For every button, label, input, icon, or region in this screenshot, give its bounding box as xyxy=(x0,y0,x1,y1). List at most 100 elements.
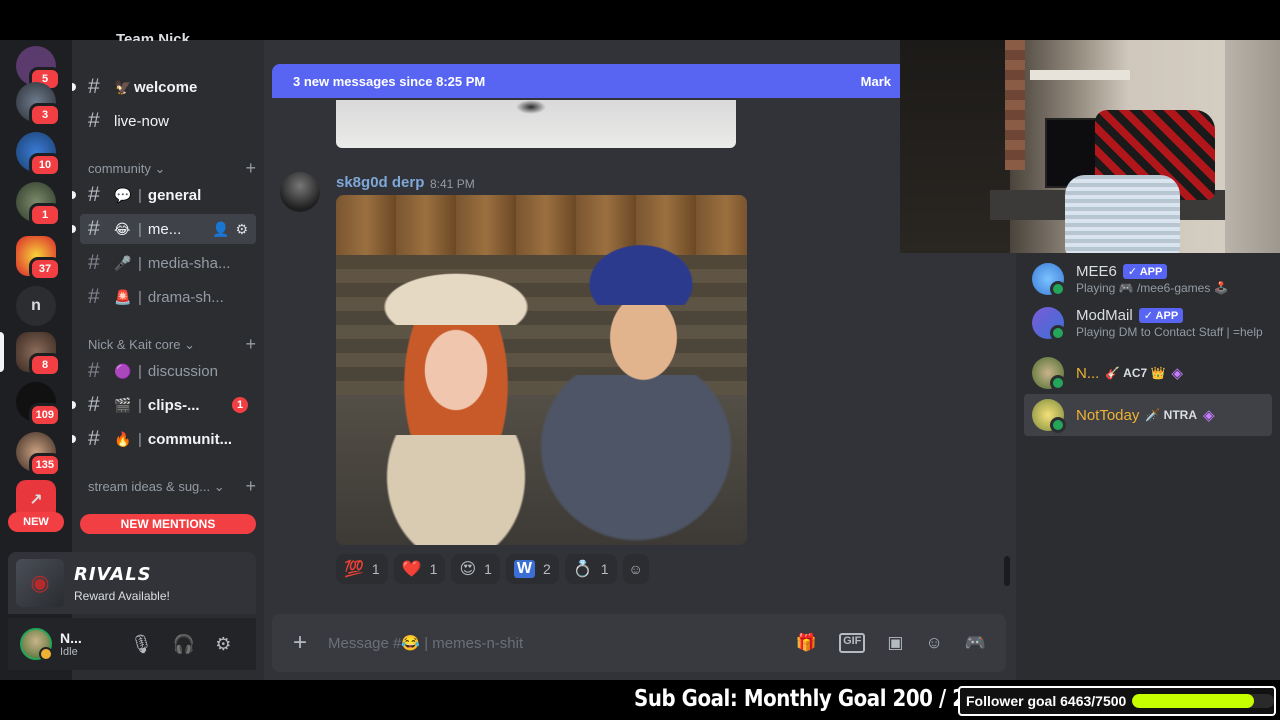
server-icon[interactable]: 10 xyxy=(16,132,61,177)
server-icon[interactable]: 37 xyxy=(16,236,61,281)
reactions-bar: 💯 1 ❤️ 1 😍 1 W2 💍 1 ☺ xyxy=(336,554,649,584)
new-mentions-button[interactable]: NEW MENTIONS xyxy=(80,514,256,534)
author-avatar[interactable] xyxy=(280,172,320,212)
reaction-emoji: W xyxy=(513,560,536,578)
member-nottoday[interactable]: NotToday 🗡️ NTRA ◈ xyxy=(1024,394,1272,436)
server-icon[interactable]: 135 xyxy=(16,432,61,477)
reaction-emoji: 💯 xyxy=(344,561,364,578)
channel-emoji: 🟣 xyxy=(114,362,132,379)
avatar[interactable] xyxy=(20,628,53,661)
gift-icon[interactable]: 🎁 xyxy=(796,633,817,653)
avatar xyxy=(1032,357,1066,391)
member-mee6[interactable]: MEE6 ✓ APP Playing 🎮 /mee6-games 🕹️ xyxy=(1024,258,1272,300)
reaction[interactable]: 💍 1 xyxy=(564,554,617,584)
sticker-icon[interactable]: ▣ xyxy=(887,633,903,653)
avatar xyxy=(1032,399,1066,433)
hash-icon: # xyxy=(88,217,100,240)
server-name-fragment: Team Nick xyxy=(116,31,190,41)
member-name: ModMail xyxy=(1076,307,1133,324)
invite-icon[interactable]: 👤 xyxy=(212,221,229,238)
new-messages-banner[interactable]: 3 new messages since 8:25 PM Mark xyxy=(272,64,912,98)
channel-live-now[interactable]: # live-now xyxy=(80,106,256,136)
add-channel-icon[interactable]: + xyxy=(245,334,256,355)
category-name: community ⌄ xyxy=(88,160,166,176)
message-input[interactable] xyxy=(328,634,796,652)
reaction-count: 1 xyxy=(484,561,492,577)
category-community[interactable]: community ⌄ + xyxy=(88,158,256,179)
channel-general[interactable]: # 💬 | general xyxy=(72,180,256,210)
unread-indicator xyxy=(72,401,76,409)
add-channel-icon[interactable]: + xyxy=(245,158,256,179)
hash-icon: # xyxy=(88,183,100,206)
reaction[interactable]: W2 xyxy=(505,554,559,584)
channel-discussion[interactable]: # 🟣 | discussion xyxy=(80,356,256,386)
category-stream-ideas[interactable]: stream ideas & sug... ⌄ + xyxy=(88,476,256,497)
headphones-icon[interactable]: 🎧 xyxy=(173,634,195,655)
gif-icon[interactable]: GIF xyxy=(839,633,866,653)
follower-progress-fill xyxy=(1132,694,1255,708)
nitro-badge-icon: ◈ xyxy=(1202,407,1215,424)
unread-indicator xyxy=(72,191,76,199)
server-icon[interactable]: 5 xyxy=(16,46,61,91)
channel-drama[interactable]: # 🚨 | drama-sh... xyxy=(80,282,256,312)
separator: | xyxy=(138,220,142,238)
server-icon[interactable]: n xyxy=(16,286,56,326)
member-name: MEE6 xyxy=(1076,263,1117,280)
gear-icon[interactable]: ⚙ xyxy=(215,634,231,655)
separator: | xyxy=(138,430,142,448)
selected-server-pill xyxy=(0,332,4,372)
channel-media-share[interactable]: # 🎤 | media-sha... xyxy=(80,248,256,278)
rivals-logo-icon: ◉ xyxy=(16,559,64,607)
member-modmail[interactable]: ModMail ✓ APP Playing DM to Contact Staff… xyxy=(1024,302,1272,344)
server-icon[interactable]: 3 xyxy=(16,82,61,127)
gear-icon[interactable]: ⚙ xyxy=(235,221,248,238)
gamepad-icon[interactable]: 🎮 xyxy=(965,633,986,653)
member-n[interactable]: N... 🎸 AC7 👑 ◈ xyxy=(1024,352,1272,394)
reaction[interactable]: 💯 1 xyxy=(336,554,388,584)
member-name-row: NotToday 🗡️ NTRA ◈ xyxy=(1076,406,1215,425)
message-composer: + 🎁 GIF ▣ ☺ 🎮 xyxy=(272,614,1006,672)
mention-badge: 3 xyxy=(29,103,61,127)
follower-goal-widget: Follower goal 6463/7500 xyxy=(958,686,1276,716)
category-core[interactable]: Nick & Kait core ⌄ + xyxy=(88,334,256,355)
previous-image[interactable] xyxy=(336,100,736,148)
rivals-promo[interactable]: ◉ RIVALS Reward Available! xyxy=(8,552,256,614)
add-reaction-button[interactable]: ☺ xyxy=(622,554,649,584)
message-author[interactable]: sk8g0d derp xyxy=(336,174,424,191)
server-letter: n xyxy=(31,297,41,314)
member-name-row: N... 🎸 AC7 👑 ◈ xyxy=(1076,364,1184,383)
reaction-count: 1 xyxy=(600,561,609,577)
reaction-count: 2 xyxy=(543,561,551,577)
mark-as-read-button[interactable]: Mark xyxy=(861,74,891,89)
mention-badge: 109 xyxy=(28,403,61,427)
nitro-badge-icon: ◈ xyxy=(1171,365,1184,382)
emoji-icon[interactable]: ☺ xyxy=(925,633,942,653)
mention-badge: 10 xyxy=(29,153,61,177)
new-pill[interactable]: NEW xyxy=(8,512,64,532)
channel-welcome[interactable]: # 🦅 welcome xyxy=(72,72,256,102)
attach-plus-icon[interactable]: + xyxy=(272,629,328,657)
hash-icon: # xyxy=(88,109,100,132)
follower-goal-text: Follower goal 6463/7500 xyxy=(966,693,1127,709)
promo-logo: RIVALS xyxy=(74,563,152,585)
hash-icon: # xyxy=(88,393,100,416)
mention-badge: 1 xyxy=(232,397,248,413)
add-channel-icon[interactable]: + xyxy=(245,476,256,497)
message-photo[interactable] xyxy=(336,195,747,545)
reaction[interactable]: 😍 1 xyxy=(451,554,500,584)
reaction[interactable]: ❤️ 1 xyxy=(393,554,446,584)
channel-community[interactable]: # 🔥 | communit... xyxy=(72,424,256,454)
server-icon[interactable]: 109 xyxy=(16,382,61,427)
arrow-icon: ↗ xyxy=(29,492,43,509)
app-tag: ✓ APP xyxy=(1122,264,1168,279)
server-icon[interactable]: 8 xyxy=(16,332,61,377)
microphone-icon[interactable]: 🎙 xyxy=(130,634,153,655)
server-icon[interactable]: 1 xyxy=(16,182,61,227)
scrollbar[interactable] xyxy=(1004,556,1010,586)
user-status: Idle xyxy=(60,646,78,658)
channel-memes-active[interactable]: # 😂 | me... 👤 ⚙ xyxy=(72,214,256,244)
channel-emoji: 🎬 xyxy=(114,396,132,413)
hash-icon: # xyxy=(88,427,100,450)
hash-icon: # xyxy=(88,75,100,98)
channel-clips[interactable]: # 🎬 | clips-... 1 xyxy=(72,390,256,420)
